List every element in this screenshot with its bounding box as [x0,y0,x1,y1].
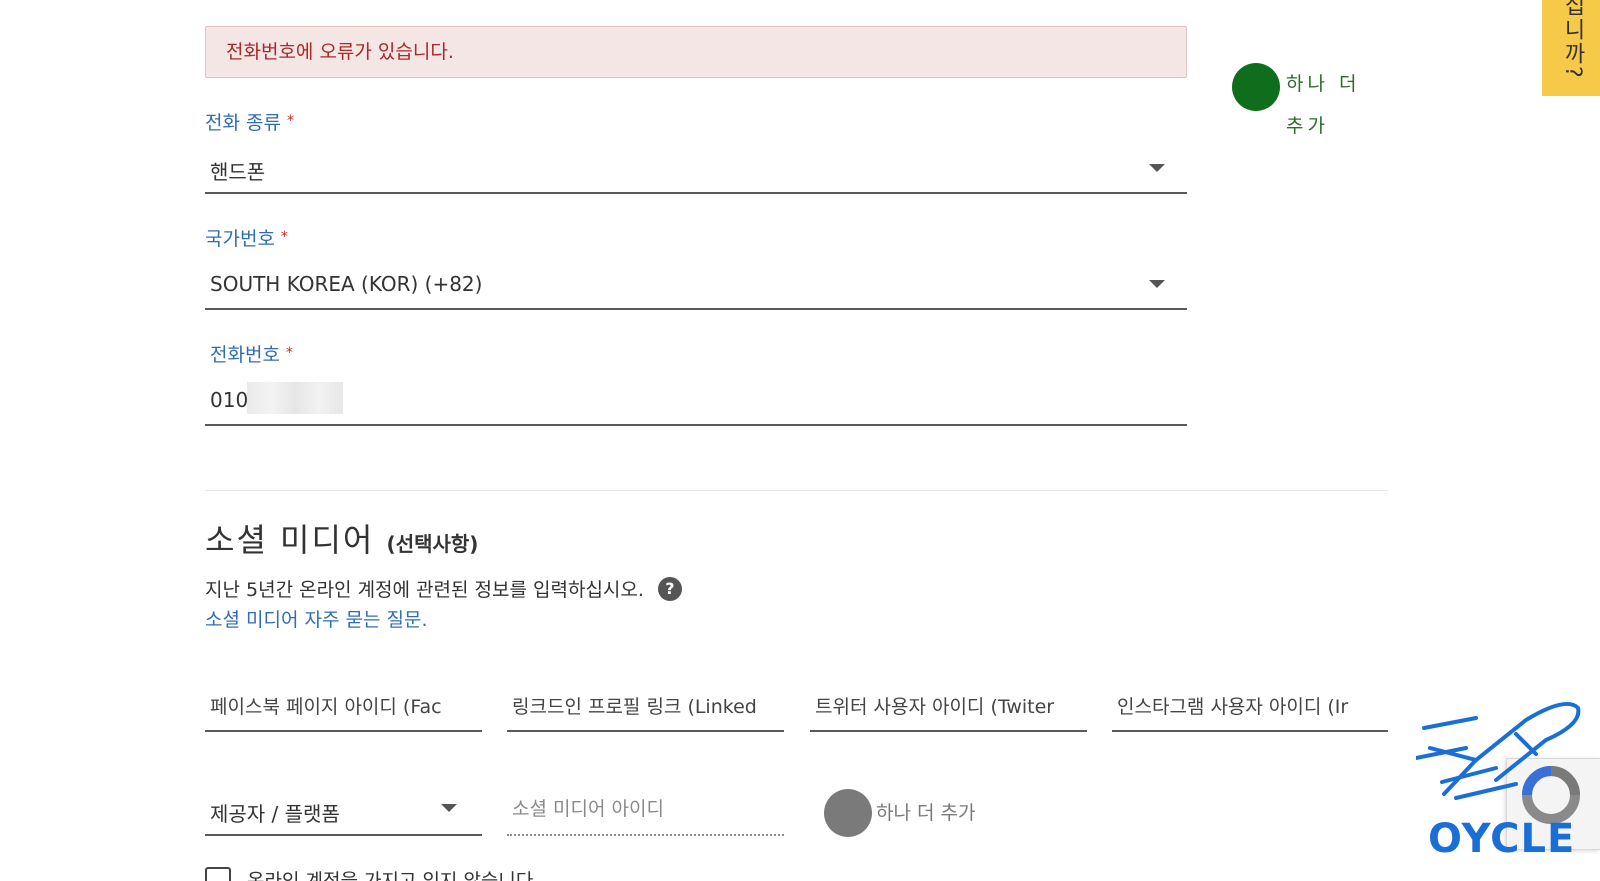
social-media-id-placeholder: 소셜 미디어 아이디 [512,798,664,820]
side-tab-label: 십니까? [1560,0,1585,80]
instagram-id-field[interactable]: 인스타그램 사용자 아이디 (Ir [1112,686,1388,732]
caret-down-icon [1149,164,1165,172]
phone-type-label: 전화 종류 * [205,108,294,135]
facebook-id-field[interactable]: 페이스북 페이지 아이디 (Fac [205,686,482,732]
add-social-media-button[interactable]: 하나 더 추가 [824,789,975,837]
no-online-account-label: 온라인 계정을 가지고 있지 않습니다 [247,870,534,881]
provider-platform-select[interactable]: 제공자 / 플랫폼 [205,790,482,836]
social-media-id-input[interactable]: 소셜 미디어 아이디 [507,790,784,836]
caret-down-icon [1149,280,1165,288]
phone-number-label-text: 전화번호 [210,344,280,366]
side-feedback-tab[interactable]: 십니까? [1542,0,1600,96]
social-media-title-text: 소셜 미디어 [205,521,375,559]
social-media-description-text: 지난 5년간 온라인 계정에 관련된 정보를 입력하십시오. [205,579,644,601]
linkedin-link-placeholder: 링크드인 프로필 링크 (Linked [512,696,757,718]
caret-down-icon [441,804,457,812]
social-media-title: 소셜 미디어 (선택사항) [205,515,478,561]
redacted-phone-digits [247,382,343,414]
required-mark: * [286,113,294,129]
section-divider [205,490,1388,491]
phone-number-input[interactable]: 010 [205,382,1187,426]
optional-tag: (선택사항) [386,532,479,556]
provider-platform-value: 제공자 / 플랫폼 [210,802,340,826]
add-phone-label: 하나 더 추가 [1286,73,1361,137]
phone-type-label-text: 전화 종류 [205,112,281,134]
plus-circle-icon [824,789,872,837]
airplane-icon [1414,702,1581,800]
facebook-id-placeholder: 페이스북 페이지 아이디 (Fac [210,696,442,718]
add-phone-button[interactable]: 하나 더 추가 [1232,63,1380,147]
country-code-label: 국가번호 * [205,224,288,251]
error-banner: 전화번호에 오류가 있습니다. [205,26,1187,78]
error-message: 전화번호에 오류가 있습니다. [226,41,454,63]
linkedin-link-field[interactable]: 링크드인 프로필 링크 (Linked [507,686,784,732]
phone-number-value: 010 [210,388,249,412]
plus-circle-icon [1232,63,1280,111]
phone-type-select[interactable]: 핸드폰 [205,150,1187,194]
add-social-media-label: 하나 더 추가 [876,802,976,824]
phone-number-label: 전화번호 * [210,340,293,367]
required-mark: * [280,229,288,245]
no-online-account-row[interactable]: 온라인 계정을 가지고 있지 않습니다 [205,866,533,881]
phone-type-value: 핸드폰 [210,160,266,184]
question-circle-icon[interactable]: ? [657,576,682,601]
country-code-select[interactable]: SOUTH KOREA (KOR) (+82) [205,266,1187,310]
twitter-id-field[interactable]: 트위터 사용자 아이디 (Twiter [810,686,1087,732]
social-media-faq-link[interactable]: 소셜 미디어 자주 묻는 질문. [205,605,427,632]
instagram-id-placeholder: 인스타그램 사용자 아이디 (Ir [1117,696,1349,718]
social-media-description: 지난 5년간 온라인 계정에 관련된 정보를 입력하십시오. ? [205,575,682,602]
required-mark: * [285,345,293,361]
twitter-id-placeholder: 트위터 사용자 아이디 (Twiter [815,696,1055,718]
no-online-account-checkbox[interactable] [205,866,231,881]
country-code-label-text: 국가번호 [205,228,275,250]
watermark-text: OYCLE [1428,816,1576,862]
country-code-value: SOUTH KOREA (KOR) (+82) [210,272,483,296]
oycle-watermark-logo: OYCLE [1414,698,1600,868]
